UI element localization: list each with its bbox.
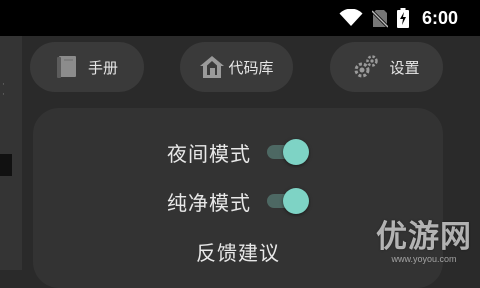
night-mode-label: 夜间模式 [167, 141, 251, 166]
no-sim-icon [371, 9, 388, 28]
feedback-link[interactable]: 反馈建议 [196, 237, 280, 266]
manual-button-label: 手册 [87, 58, 118, 77]
house-icon [200, 56, 225, 78]
watermark: 优游网 www.yoyou.com [376, 222, 472, 264]
watermark-logo-text: 优游网 [376, 219, 472, 255]
code-library-button[interactable]: 代码库 [180, 42, 293, 92]
status-bar: 6:00 [0, 0, 480, 36]
night-mode-row: 夜间模式 [33, 136, 443, 168]
settings-button-label: 设置 [389, 58, 420, 77]
settings-button[interactable]: 设置 [330, 42, 443, 92]
watermark-url: www.yoyou.com [391, 254, 457, 264]
background-edge-block [0, 154, 12, 176]
night-mode-toggle-thumb [283, 139, 309, 165]
top-navigation: 手册 代码库 设置 [0, 36, 480, 96]
clean-mode-toggle-thumb [283, 188, 309, 214]
night-mode-toggle[interactable] [265, 138, 309, 166]
gear-icon [354, 55, 379, 78]
clean-mode-label: 纯净模式 [167, 190, 251, 215]
clean-mode-toggle[interactable] [265, 187, 309, 215]
status-icons: 6:00 [339, 8, 458, 29]
code-library-button-label: 代码库 [228, 58, 274, 77]
clean-mode-row: 纯净模式 [33, 185, 443, 217]
book-icon [56, 56, 76, 78]
status-time: 6:00 [421, 7, 458, 28]
battery-charging-icon [396, 8, 409, 28]
manual-button[interactable]: 手册 [30, 42, 144, 92]
wifi-icon [339, 9, 363, 26]
